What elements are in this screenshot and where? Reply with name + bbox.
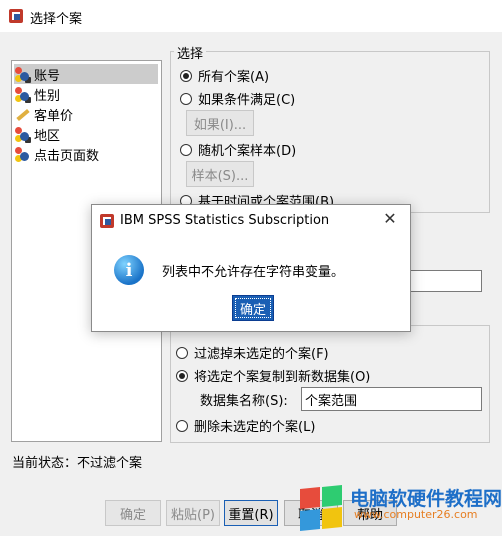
spss-app-icon [100, 214, 114, 228]
scale-variable-icon [14, 106, 30, 122]
variable-label: 地区 [34, 128, 61, 144]
radio-all-cases[interactable]: 所有个案(A) [180, 66, 269, 85]
radio-indicator[interactable] [180, 143, 192, 156]
radio-indicator[interactable] [176, 346, 188, 359]
watermark-url: www.computer26.com [354, 508, 478, 521]
radio-if-condition[interactable]: 如果条件满足(C) [180, 89, 295, 108]
variable-item-gender[interactable]: 性别 [14, 84, 158, 104]
radio-label: 如果条件满足(C) [198, 93, 296, 108]
error-dialog: IBM SPSS Statistics Subscription ✕ i 列表中… [91, 204, 411, 332]
dataset-name-label: 数据集名称(S): [200, 394, 288, 409]
radio-label: 将选定个案复制到新数据集(O) [194, 370, 371, 385]
radio-copy-to-new-dataset[interactable]: 将选定个案复制到新数据集(O) [176, 366, 370, 385]
dataset-name-input[interactable]: 个案范围 [301, 387, 482, 411]
select-group-title: 选择 [174, 43, 207, 62]
nominal-variable-icon [14, 86, 31, 103]
nominal-variable-icon [14, 126, 31, 143]
radio-label: 随机个案样本(D) [198, 144, 297, 159]
if-button[interactable]: 如果(I)... [186, 110, 254, 136]
variable-item-unit-price[interactable]: 客单价 [14, 104, 158, 124]
spss-app-icon [9, 9, 23, 23]
radio-label: 过滤掉未选定的个案(F) [194, 347, 329, 362]
title-bar: 选择个案 [0, 0, 502, 32]
paste-button[interactable]: 粘贴(P) [166, 500, 220, 526]
window-title: 选择个案 [30, 12, 83, 27]
dialog-title: IBM SPSS Statistics Subscription [120, 213, 330, 228]
sample-button[interactable]: 样本(S)... [186, 161, 254, 187]
nominal-variable-icon [14, 66, 31, 83]
dialog-ok-button[interactable]: 确定 [232, 295, 274, 321]
variable-label: 账号 [34, 68, 61, 84]
close-icon[interactable]: ✕ [380, 209, 400, 229]
radio-filter-unselected[interactable]: 过滤掉未选定的个案(F) [176, 343, 329, 362]
radio-indicator[interactable] [180, 69, 192, 82]
radio-label: 所有个案(A) [198, 70, 270, 85]
current-status: 当前状态：不过滤个案 [12, 456, 143, 471]
info-icon: i [114, 255, 144, 285]
variable-item-account[interactable]: 账号 [14, 64, 158, 84]
variable-item-page-clicks[interactable]: 点击页面数 [14, 144, 158, 164]
windows-logo-watermark [300, 484, 344, 532]
ok-button[interactable]: 确定 [105, 500, 161, 526]
variable-label: 点击页面数 [34, 148, 100, 164]
variable-item-region[interactable]: 地区 [14, 124, 158, 144]
radio-indicator[interactable] [176, 369, 188, 382]
variable-label: 性别 [34, 88, 61, 104]
radio-delete-unselected[interactable]: 删除未选定的个案(L) [176, 416, 315, 435]
variable-label: 客单价 [34, 108, 74, 124]
radio-indicator[interactable] [176, 419, 188, 432]
nominal-variable-icon [14, 146, 30, 162]
radio-label: 删除未选定的个案(L) [194, 420, 316, 435]
dialog-message: 列表中不允许存在字符串变量。 [162, 265, 345, 280]
watermark-title: 电脑软硬件教程网 [350, 488, 502, 510]
radio-indicator[interactable] [180, 92, 192, 105]
reset-button[interactable]: 重置(R) [224, 500, 278, 526]
filter-variable-field[interactable] [408, 270, 482, 292]
radio-random-sample[interactable]: 随机个案样本(D) [180, 140, 296, 159]
